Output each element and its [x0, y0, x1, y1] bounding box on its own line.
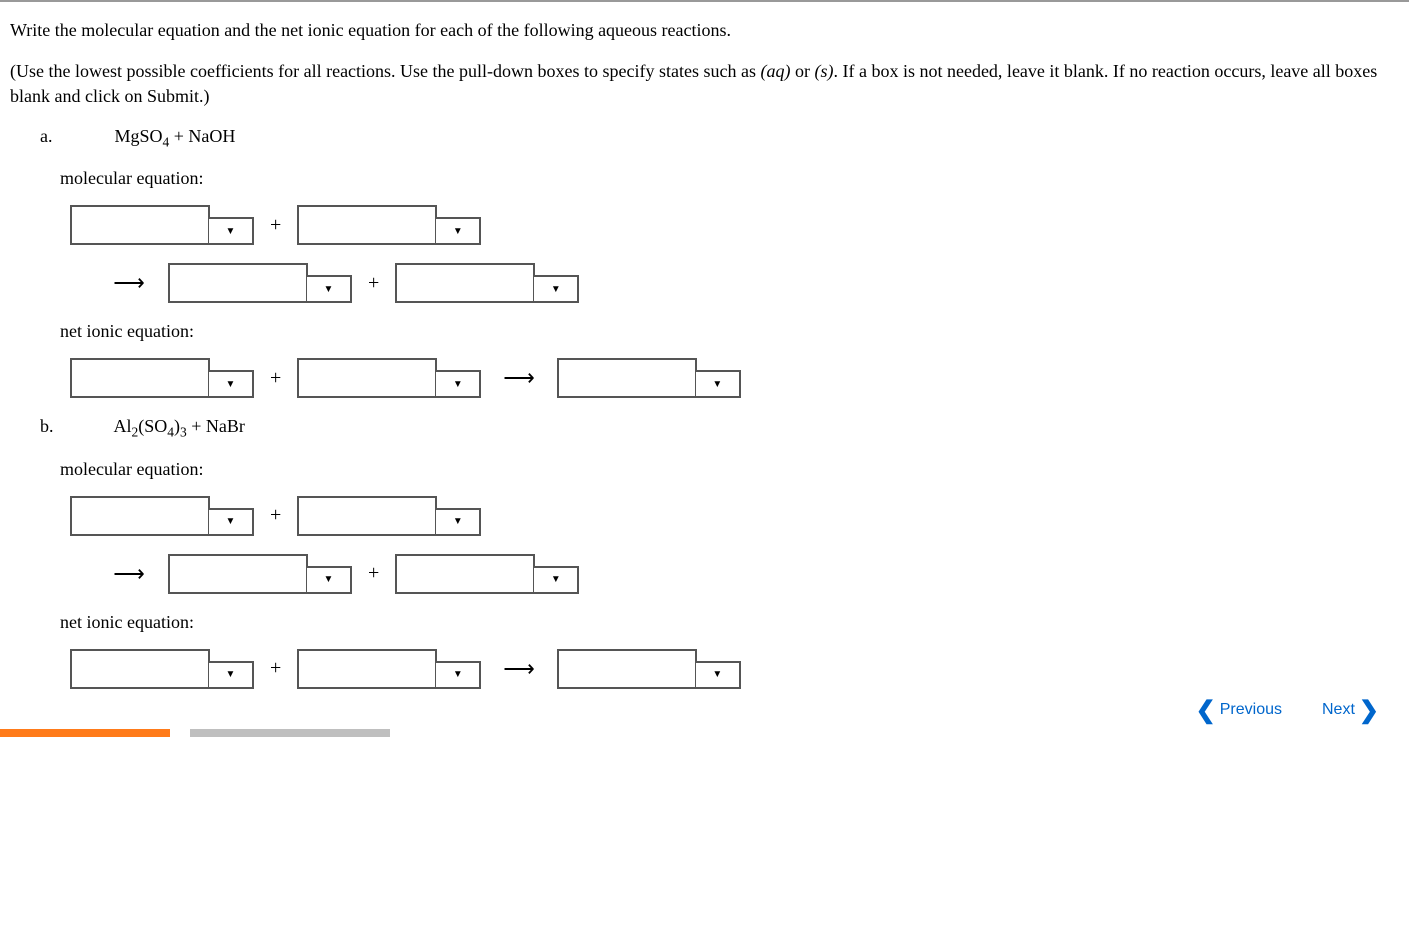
molecular-reactants-b: + — [10, 496, 1399, 536]
molecular-label-b: molecular equation: — [10, 459, 1399, 480]
ni-reactant-2-formula-b[interactable] — [297, 649, 437, 689]
plus-sign: + — [262, 214, 289, 237]
reactant-2-formula-a[interactable] — [297, 205, 437, 245]
nav-bar: ❮ Previous Next ❯ — [1196, 696, 1379, 725]
product-2-formula-b[interactable] — [395, 554, 535, 594]
product-1-formula-a[interactable] — [168, 263, 308, 303]
reaction-arrow: ⟶ — [489, 656, 549, 682]
problem-a: a. MgSO4 + NaOH molecular equation: + ⟶ … — [10, 126, 1399, 399]
netionic-label-b: net ionic equation: — [10, 612, 1399, 633]
chevron-left-icon: ❮ — [1196, 696, 1216, 725]
product-2-formula-a[interactable] — [395, 263, 535, 303]
reaction-arrow: ⟶ — [489, 365, 549, 391]
previous-button[interactable]: ❮ Previous — [1196, 696, 1282, 725]
plus-sign: + — [262, 504, 289, 527]
ni-reactant-2-state-a[interactable] — [435, 370, 481, 398]
product-1-state-a[interactable] — [306, 275, 352, 303]
instruction-line-2: (Use the lowest possible coefficients fo… — [10, 59, 1399, 109]
formula-b: Al2(SO4)3 + NaBr — [114, 416, 245, 436]
ni-product-1-formula-b[interactable] — [557, 649, 697, 689]
problem-letter-a: a. — [40, 126, 110, 147]
plus-sign: + — [360, 562, 387, 585]
ni-reactant-2-state-b[interactable] — [435, 661, 481, 689]
molecular-reactants-a: + — [10, 205, 1399, 245]
next-label: Next — [1322, 701, 1355, 719]
product-1-formula-b[interactable] — [168, 554, 308, 594]
ni-reactant-1-state-b[interactable] — [208, 661, 254, 689]
reactant-1-state-b[interactable] — [208, 508, 254, 536]
reactant-2-formula-b[interactable] — [297, 496, 437, 536]
problem-b: b. Al2(SO4)3 + NaBr molecular equation: … — [10, 416, 1399, 689]
molecular-label-a: molecular equation: — [10, 168, 1399, 189]
previous-label: Previous — [1220, 701, 1282, 719]
plus-sign: + — [262, 367, 289, 390]
netionic-label-a: net ionic equation: — [10, 321, 1399, 342]
reaction-arrow: ⟶ — [110, 270, 160, 296]
product-2-state-b[interactable] — [533, 566, 579, 594]
molecular-products-a: ⟶ + — [10, 263, 1399, 303]
ni-reactant-1-formula-b[interactable] — [70, 649, 210, 689]
ni-reactant-1-state-a[interactable] — [208, 370, 254, 398]
plus-sign: + — [360, 272, 387, 295]
reactant-1-state-a[interactable] — [208, 217, 254, 245]
reactant-2-state-a[interactable] — [435, 217, 481, 245]
product-1-state-b[interactable] — [306, 566, 352, 594]
bottom-progress-bar — [0, 729, 1409, 737]
ni-product-1-formula-a[interactable] — [557, 358, 697, 398]
reactant-1-formula-a[interactable] — [70, 205, 210, 245]
ni-product-1-state-a[interactable] — [695, 370, 741, 398]
bar-segment-gray — [190, 729, 390, 737]
problem-letter-b: b. — [40, 416, 110, 437]
bar-segment-orange — [0, 729, 170, 737]
ni-product-1-state-b[interactable] — [695, 661, 741, 689]
formula-a: MgSO4 + NaOH — [115, 126, 236, 146]
netionic-row-a: + ⟶ — [10, 358, 1399, 398]
molecular-products-b: ⟶ + — [10, 554, 1399, 594]
ni-reactant-1-formula-a[interactable] — [70, 358, 210, 398]
plus-sign: + — [262, 657, 289, 680]
reaction-arrow: ⟶ — [110, 561, 160, 587]
ni-reactant-2-formula-a[interactable] — [297, 358, 437, 398]
instruction-line-1: Write the molecular equation and the net… — [10, 18, 1399, 43]
chevron-right-icon: ❯ — [1359, 696, 1379, 725]
reactant-2-state-b[interactable] — [435, 508, 481, 536]
netionic-row-b: + ⟶ — [10, 649, 1399, 689]
next-button[interactable]: Next ❯ — [1322, 696, 1379, 725]
reactant-1-formula-b[interactable] — [70, 496, 210, 536]
product-2-state-a[interactable] — [533, 275, 579, 303]
